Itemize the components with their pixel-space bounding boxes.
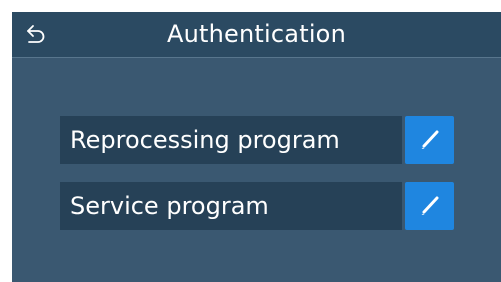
menu-item-label[interactable]: Service program xyxy=(60,182,402,230)
pencil-icon xyxy=(421,196,438,215)
menu-item-reprocessing-program: Reprocessing program xyxy=(60,116,454,164)
edit-reprocessing-program-button[interactable] xyxy=(405,116,454,164)
menu-item-service-program: Service program xyxy=(60,182,454,230)
back-arrow-icon xyxy=(27,25,45,43)
edit-service-program-button[interactable] xyxy=(405,182,454,230)
back-button[interactable] xyxy=(18,18,54,52)
header-bar: Authentication xyxy=(12,12,501,58)
menu-item-label[interactable]: Reprocessing program xyxy=(60,116,402,164)
page-title: Authentication xyxy=(167,20,346,48)
authentication-screen: Authentication Reprocessing program Serv… xyxy=(12,12,501,282)
pencil-icon xyxy=(421,130,438,149)
